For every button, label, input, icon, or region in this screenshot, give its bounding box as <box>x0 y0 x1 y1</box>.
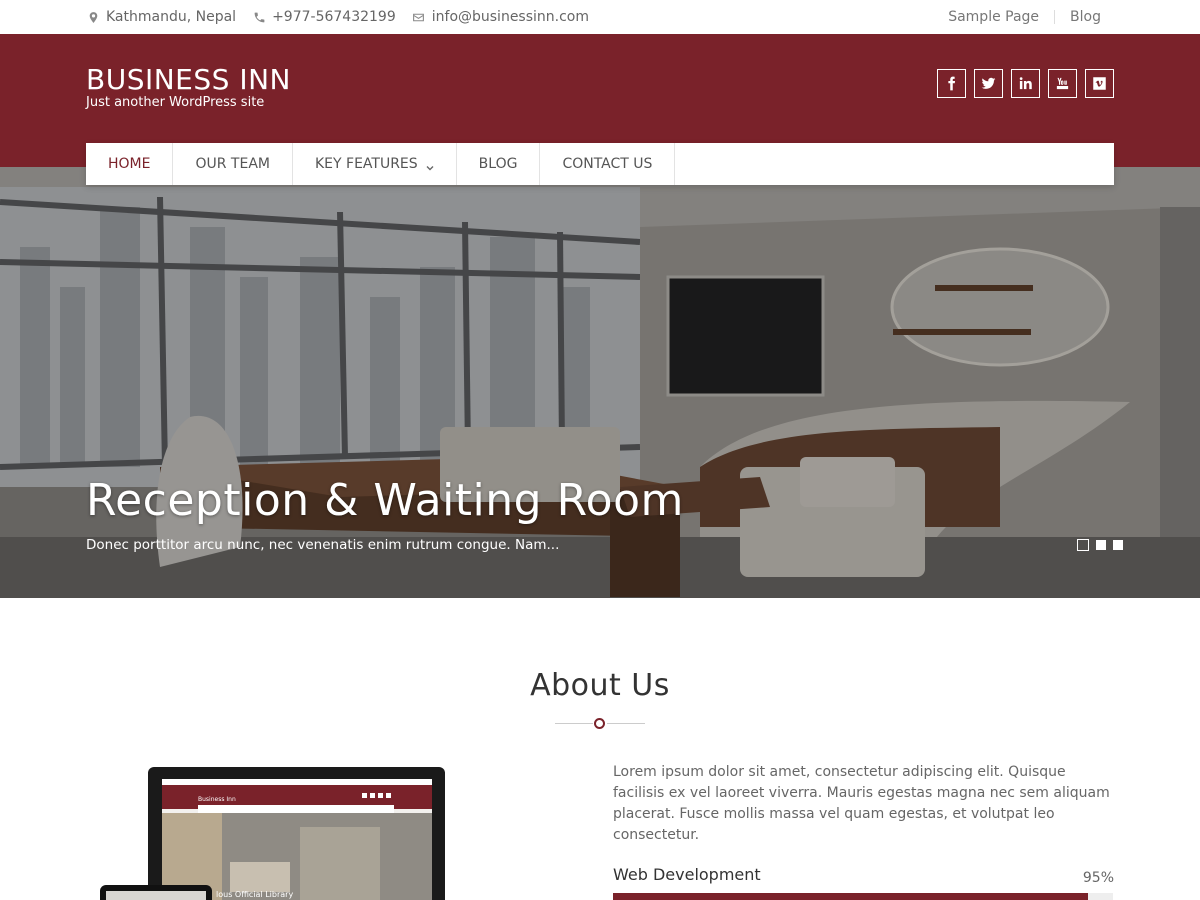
twitter-icon <box>981 77 996 89</box>
nav-item-label: CONTACT US <box>562 156 653 172</box>
chevron-down-icon <box>426 160 434 171</box>
top-bar: Kathmandu, Nepal +977-567432199 info@bus… <box>0 0 1200 34</box>
divider-circle-icon <box>594 718 605 729</box>
linkedin-icon <box>1019 77 1032 90</box>
top-link-blog[interactable]: Blog <box>1054 10 1101 24</box>
slide-text: Donec porttitor arcu nunc, nec venenatis… <box>86 537 560 553</box>
youtube-link[interactable] <box>1048 69 1077 98</box>
slider-dot-1[interactable] <box>1077 539 1089 551</box>
slider-pagination <box>1077 539 1130 551</box>
vimeo-icon <box>1093 77 1106 90</box>
nav-item-blog[interactable]: BLOG <box>457 143 541 185</box>
mockup-site-title: Business Inn <box>198 796 236 803</box>
mockup-caption: lous Official Library <box>216 890 293 899</box>
envelope-icon <box>412 10 426 24</box>
site-branding: BUSINESS INN Just another WordPress site <box>86 64 291 110</box>
email-item: info@businessinn.com <box>412 9 589 25</box>
linkedin-link[interactable] <box>1011 69 1040 98</box>
site-tagline: Just another WordPress site <box>86 95 265 110</box>
top-links: Sample Page Blog <box>933 0 1101 34</box>
divider-line <box>607 723 645 724</box>
main-nav: HOME OUR TEAM KEY FEATURES BLOG CONTACT … <box>86 143 1114 185</box>
twitter-link[interactable] <box>974 69 1003 98</box>
location-text: Kathmandu, Nepal <box>106 9 237 25</box>
divider-line <box>555 723 593 724</box>
hero-slider[interactable]: Reception & Waiting Room Donec porttitor… <box>0 167 1200 598</box>
slider-dot-2[interactable] <box>1096 540 1106 550</box>
slide-title: Reception & Waiting Room <box>86 475 684 526</box>
heading-divider <box>555 718 645 730</box>
phone-item: +977-567432199 <box>252 9 396 25</box>
social-links <box>929 69 1114 98</box>
vimeo-link[interactable] <box>1085 69 1114 98</box>
top-link-sample-page[interactable]: Sample Page <box>933 10 1054 24</box>
nav-item-contact-us[interactable]: CONTACT US <box>540 143 676 185</box>
nav-item-label: BLOG <box>478 156 518 172</box>
contact-info: Kathmandu, Nepal +977-567432199 info@bus… <box>86 0 605 34</box>
nav-item-label: OUR TEAM <box>195 156 270 172</box>
about-heading: About Us <box>530 668 670 703</box>
skill-progress-bar <box>613 893 1113 900</box>
nav-item-our-team[interactable]: OUR TEAM <box>173 143 293 185</box>
location-item: Kathmandu, Nepal <box>86 9 236 25</box>
hero-overlay <box>0 167 1200 598</box>
nav-item-label: KEY FEATURES <box>314 156 418 172</box>
skill-label: Web Development <box>613 865 761 884</box>
slider-dot-3[interactable] <box>1113 540 1123 550</box>
email-text[interactable]: info@businessinn.com <box>432 9 589 25</box>
skill-percent: 95% <box>1082 870 1114 886</box>
map-marker-icon <box>86 10 100 24</box>
facebook-link[interactable] <box>937 69 966 98</box>
device-mockup-image: Business Inn lous Official Library <box>100 767 445 900</box>
site-title[interactable]: BUSINESS INN <box>86 64 291 96</box>
nav-item-label: HOME <box>108 156 151 172</box>
skill-progress-fill <box>613 893 1088 900</box>
nav-item-key-features[interactable]: KEY FEATURES <box>293 143 457 185</box>
nav-item-home[interactable]: HOME <box>86 143 174 185</box>
phone-icon <box>252 10 266 24</box>
phone-text[interactable]: +977-567432199 <box>272 9 396 25</box>
facebook-icon <box>948 76 956 91</box>
youtube-icon <box>1056 77 1069 90</box>
about-text: Lorem ipsum dolor sit amet, consectetur … <box>613 764 1110 843</box>
